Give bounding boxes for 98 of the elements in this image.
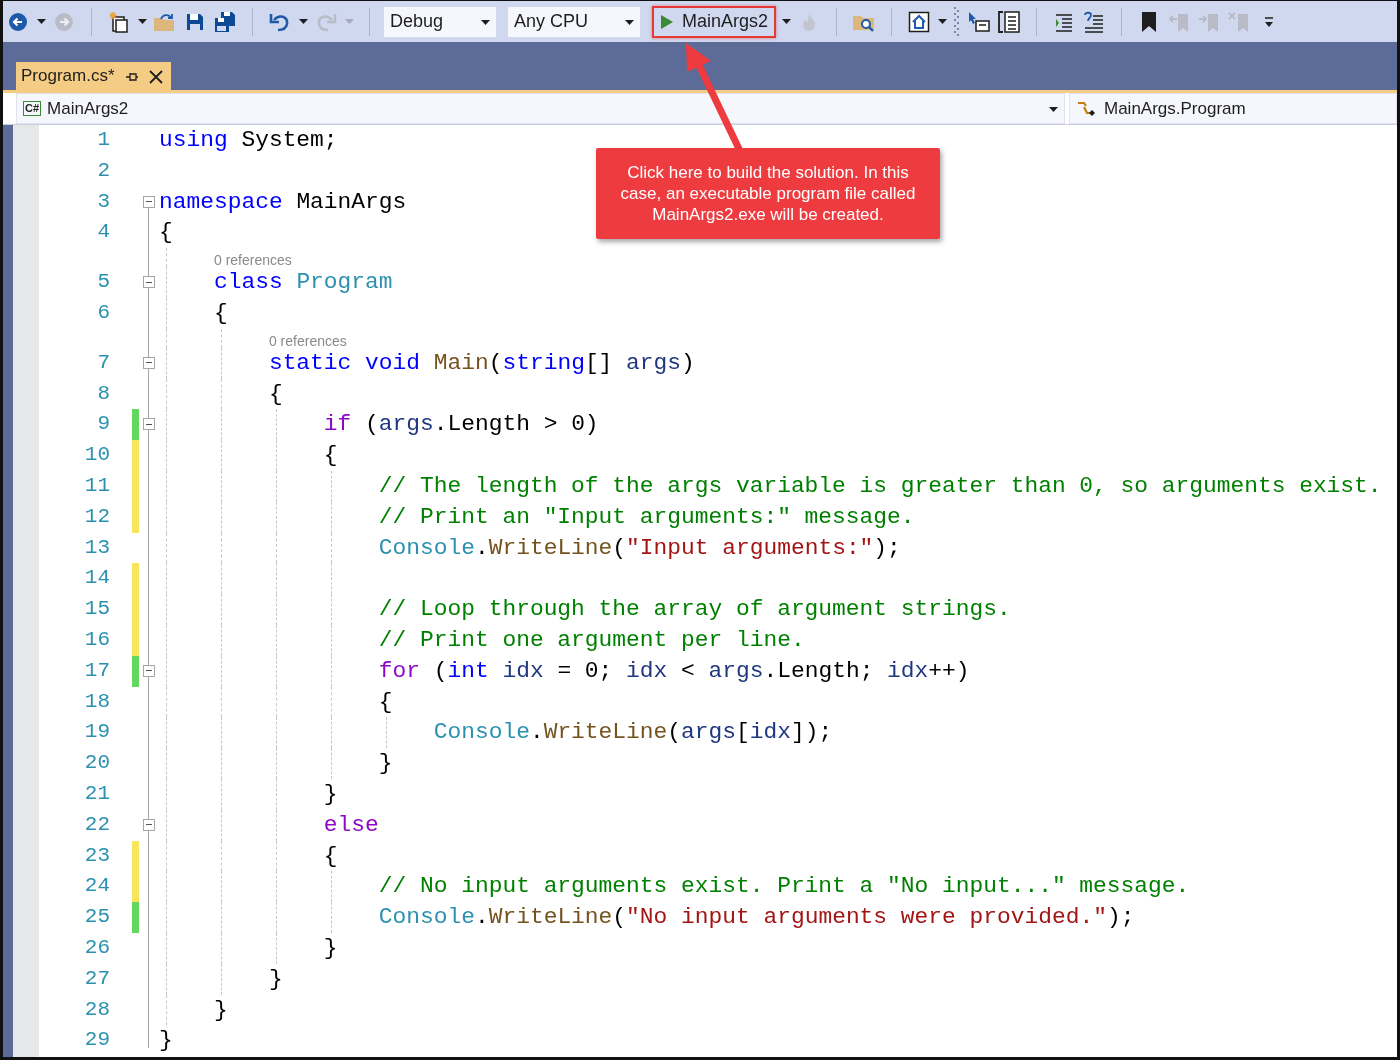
callout-note: Click here to build the solution. In this case, an executable program file called MainArgs2.exe will be created. — [596, 148, 940, 239]
line-number: 6 — [97, 300, 110, 326]
new-project-icon[interactable] — [108, 10, 130, 33]
line-number: 19 — [84, 719, 110, 746]
line-number: 20 — [84, 750, 110, 777]
collapse-toggle[interactable] — [143, 195, 155, 208]
code-line: // No input arguments exist. Print a "No input..." message. — [377, 872, 1190, 902]
caret-icon — [1049, 106, 1058, 112]
line-number: 23 — [84, 842, 110, 869]
code-line: // The length of the args variable is greater than 0, so arguments exist. — [377, 471, 1382, 501]
start-button[interactable]: MainArgs2 — [652, 5, 777, 38]
references-link[interactable]: 0 references — [268, 331, 347, 351]
split-lines-icon[interactable] — [997, 9, 1022, 34]
line-number: 7 — [97, 349, 110, 376]
code-line: } — [159, 1026, 173, 1056]
code-line: { — [322, 441, 338, 471]
caret-icon[interactable] — [36, 19, 46, 24]
line-number: 28 — [84, 996, 110, 1023]
code-line: // Print an "Input arguments:" message. — [377, 502, 915, 532]
code-line: // Print one argument per line. — [377, 625, 805, 655]
code-line: } — [267, 964, 283, 994]
line-number: 1 — [97, 127, 110, 153]
line-number: 9 — [97, 411, 110, 438]
line-number: 3 — [97, 188, 110, 215]
line-number: 21 — [84, 780, 110, 807]
line-number: 10 — [84, 442, 110, 469]
line-number: 25 — [84, 904, 110, 931]
code-line: } — [322, 933, 338, 963]
caret-icon[interactable] — [781, 19, 791, 24]
caret-icon — [625, 19, 634, 25]
references-link[interactable]: 0 references — [213, 251, 292, 271]
line-number: 17 — [84, 657, 110, 684]
configuration-dropdown[interactable]: Debug — [384, 6, 496, 37]
folder-icon[interactable] — [153, 11, 177, 32]
line-number: 8 — [97, 380, 110, 407]
line-number: 5 — [97, 269, 110, 296]
pin-icon[interactable] — [124, 70, 139, 83]
collapse-toggle[interactable] — [143, 818, 155, 831]
code-line: } — [322, 779, 338, 809]
line-number: 2 — [97, 157, 110, 184]
save-icon[interactable] — [185, 11, 205, 32]
home-icon[interactable] — [908, 10, 931, 33]
code-line: // Loop through the array of argument strings. — [377, 595, 1011, 625]
class-icon — [1076, 100, 1098, 119]
type-dropdown[interactable]: MainArgs.Program — [1069, 93, 1397, 124]
line-number: 26 — [84, 934, 110, 961]
indent-icon[interactable] — [1054, 11, 1075, 32]
line-number: 29 — [84, 1027, 110, 1054]
collapse-toggle[interactable] — [143, 356, 155, 369]
line-number: 15 — [84, 596, 110, 623]
gripper-icon — [954, 6, 961, 37]
line-number: 11 — [84, 472, 110, 499]
line-number: 24 — [84, 873, 110, 900]
caret-icon[interactable] — [298, 19, 308, 24]
pointer-window-icon[interactable] — [967, 10, 992, 33]
code-line: class Program — [212, 268, 393, 298]
code-line: { — [377, 687, 393, 717]
csharp-file-icon: C# — [23, 101, 42, 116]
collapse-toggle[interactable] — [143, 276, 155, 289]
caret-icon — [481, 19, 490, 25]
line-number: 16 — [84, 626, 110, 653]
configuration-dropdown[interactable]: Any CPU — [508, 6, 640, 37]
code-line: { — [159, 218, 173, 248]
back-icon[interactable] — [8, 11, 28, 32]
code-line: } — [377, 749, 393, 779]
collapse-toggle[interactable] — [143, 418, 155, 431]
code-line: Console.WriteLine("Input arguments:"); — [377, 533, 901, 563]
collapse-toggle[interactable] — [143, 664, 155, 677]
code-line: Console.WriteLine(args[idx]); — [432, 718, 833, 748]
code-line: } — [212, 995, 228, 1025]
line-number: 18 — [84, 688, 110, 715]
code-line: for (int idx = 0; idx < args.Length; idx++) — [377, 656, 970, 686]
overflow-icon[interactable] — [1264, 15, 1275, 28]
document-tab[interactable]: Program.cs* — [16, 62, 171, 90]
code-line: if (args.Length > 0) — [322, 410, 599, 440]
code-line: { — [267, 379, 283, 409]
caret-icon[interactable] — [937, 19, 947, 24]
code-line: static void Main(string[] args) — [267, 348, 695, 378]
code-line: { — [212, 299, 228, 328]
bookmark-icon[interactable] — [1140, 10, 1159, 33]
line-number: 14 — [84, 565, 110, 592]
line-number: 12 — [84, 503, 110, 530]
undo-icon[interactable] — [269, 11, 291, 32]
line-number: 13 — [84, 534, 110, 561]
code-line: Console.WriteLine("No input arguments were provided."); — [377, 903, 1135, 933]
code-line: namespace MainArgs — [159, 187, 407, 217]
code-line: using System; — [159, 126, 338, 155]
code-line: { — [322, 841, 338, 871]
uncomment-icon[interactable] — [1083, 10, 1106, 33]
line-number: 22 — [84, 811, 110, 838]
project-dropdown[interactable]: C# MainArgs2 — [16, 93, 1065, 124]
line-number: 4 — [97, 219, 110, 246]
caret-icon[interactable] — [137, 19, 147, 24]
line-number: 27 — [84, 965, 110, 992]
save-all-icon[interactable] — [214, 10, 236, 33]
play-icon — [660, 13, 674, 30]
code-line: else — [322, 810, 379, 840]
close-icon[interactable] — [148, 69, 163, 84]
